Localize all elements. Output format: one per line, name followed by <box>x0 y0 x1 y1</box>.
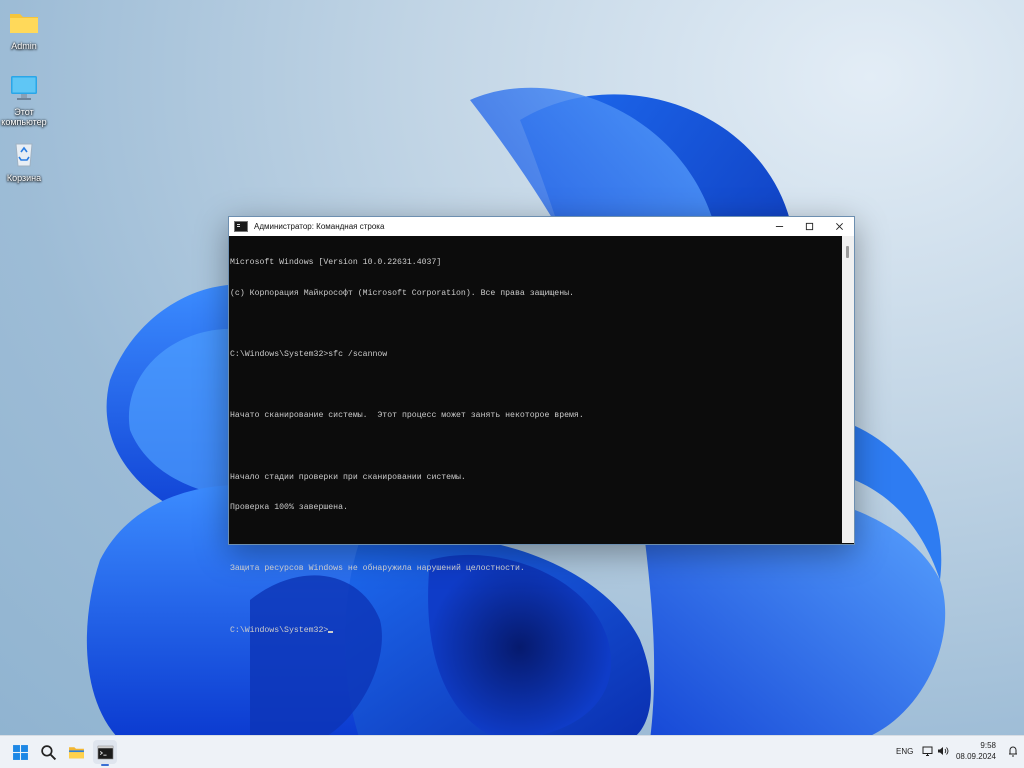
window-title: Администратор: Командная строка <box>254 222 385 231</box>
clock-time: 9:58 <box>980 741 996 750</box>
search-icon <box>40 744 56 760</box>
network-icon[interactable] <box>922 745 934 757</box>
minimize-icon <box>775 226 783 227</box>
desktop-icon-label: Корзина <box>6 173 42 183</box>
system-clock[interactable]: 9:58 08.09.2024 <box>956 740 996 762</box>
desktop-icon-this-pc[interactable]: Этот компьютер <box>0 72 48 127</box>
console-prompt-line[interactable]: C:\Windows\System32> <box>230 626 841 636</box>
taskbar: ENG 9:58 08.09.2024 <box>0 735 1024 768</box>
console-line: C:\Windows\System32>sfc /scannow <box>230 350 388 360</box>
monitor-icon <box>11 76 37 100</box>
file-explorer-button[interactable] <box>64 740 88 764</box>
recycle-bin-icon <box>15 143 33 167</box>
desktop-icon-admin[interactable]: Admin <box>0 6 48 51</box>
scroll-thumb[interactable] <box>846 246 849 258</box>
console-line: Начало стадии проверки при сканировании … <box>230 472 466 482</box>
desktop-icon-label: Admin <box>11 41 37 51</box>
file-explorer-icon <box>68 746 84 758</box>
cmd-app-icon <box>234 221 248 232</box>
taskbar-cmd-button[interactable] <box>93 740 117 766</box>
close-icon <box>835 223 843 230</box>
folder-icon <box>10 14 38 33</box>
window-titlebar[interactable]: Администратор: Командная строка <box>229 217 854 236</box>
console-line: Защита ресурсов Windows не обнаружила на… <box>230 564 525 574</box>
language-indicator[interactable]: ENG <box>896 747 913 756</box>
minimize-button[interactable] <box>764 217 794 236</box>
console-output[interactable]: Microsoft Windows [Version 10.0.22631.40… <box>229 236 841 634</box>
console-line: Начато сканирование системы. Этот процес… <box>230 411 584 421</box>
cmd-window[interactable]: Администратор: Командная строка Microsof… <box>228 216 855 635</box>
windows-start-icon <box>12 744 28 760</box>
close-button[interactable] <box>824 217 854 236</box>
search-button[interactable] <box>36 740 60 764</box>
clock-date: 08.09.2024 <box>955 752 996 761</box>
start-button[interactable] <box>8 740 32 764</box>
desktop-icon-label: Этот компьютер <box>1 107 47 127</box>
console-line: (c) Корпорация Майкрософт (Microsoft Cor… <box>230 289 574 298</box>
desktop-icon-recycle-bin[interactable]: Корзина <box>0 138 48 183</box>
maximize-button[interactable] <box>794 217 824 236</box>
window-controls <box>764 217 854 236</box>
console-line: Microsoft Windows [Version 10.0.22631.40… <box>230 258 442 268</box>
volume-icon[interactable] <box>937 745 949 757</box>
scroll-up-arrow[interactable] <box>842 236 854 244</box>
scroll-down-arrow[interactable] <box>842 535 854 543</box>
text-cursor <box>328 630 334 633</box>
terminal-icon <box>97 745 113 759</box>
console-line: Проверка 100% завершена. <box>230 503 348 513</box>
vertical-scrollbar[interactable] <box>842 236 854 543</box>
maximize-icon <box>805 222 813 231</box>
notification-icon[interactable] <box>1008 745 1018 757</box>
console-prompt: C:\Windows\System32> <box>230 625 329 635</box>
